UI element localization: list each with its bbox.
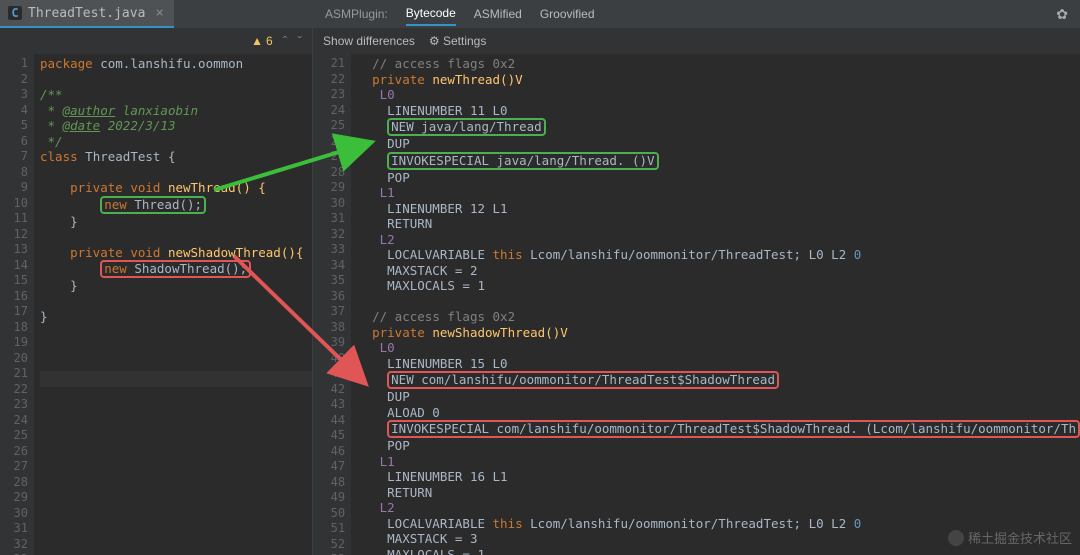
nav-down-icon[interactable]: ˇ: [297, 33, 302, 49]
show-differences-button[interactable]: Show differences: [323, 34, 415, 48]
gear-icon[interactable]: ✿: [1056, 6, 1068, 23]
warning-icon: ▲: [251, 34, 263, 48]
close-icon[interactable]: ×: [155, 5, 163, 21]
tab-bytecode[interactable]: Bytecode: [406, 6, 456, 26]
watermark: 稀土掘金技术社区: [948, 528, 1072, 547]
java-class-icon: C: [8, 6, 22, 20]
plugin-label: ASMPlugin:: [325, 7, 388, 21]
asm-plugin-toolbar: ASMPlugin: Bytecode ASMified Groovified …: [313, 0, 1080, 28]
tab-groovified[interactable]: Groovified: [540, 7, 595, 21]
editor-breadcrumb-bar: ▲ 6 ˆ ˇ: [0, 28, 312, 54]
file-tab-threadtest[interactable]: C ThreadTest.java ×: [0, 0, 174, 28]
asm-secondary-bar: Show differences ⚙ Settings: [313, 28, 1080, 54]
tab-asmified[interactable]: ASMified: [474, 7, 522, 21]
left-gutter: 1234567891011121314151617181920212223242…: [0, 54, 34, 555]
warning-badge[interactable]: ▲ 6: [251, 34, 273, 48]
gear-icon: ⚙: [429, 34, 440, 48]
nav-up-icon[interactable]: ˆ: [283, 33, 288, 49]
watermark-icon: [948, 530, 964, 546]
bytecode-view[interactable]: // access flags 0x2 private newThread()V…: [351, 54, 1080, 555]
source-code[interactable]: package com.lanshifu.oommon /** * @autho…: [34, 54, 312, 555]
right-gutter: 2122232425262728293031323334353637383940…: [313, 54, 351, 555]
file-tab-label: ThreadTest.java: [28, 6, 145, 21]
settings-button[interactable]: ⚙ Settings: [429, 34, 486, 48]
editor-tab-bar: C ThreadTest.java ×: [0, 0, 312, 28]
